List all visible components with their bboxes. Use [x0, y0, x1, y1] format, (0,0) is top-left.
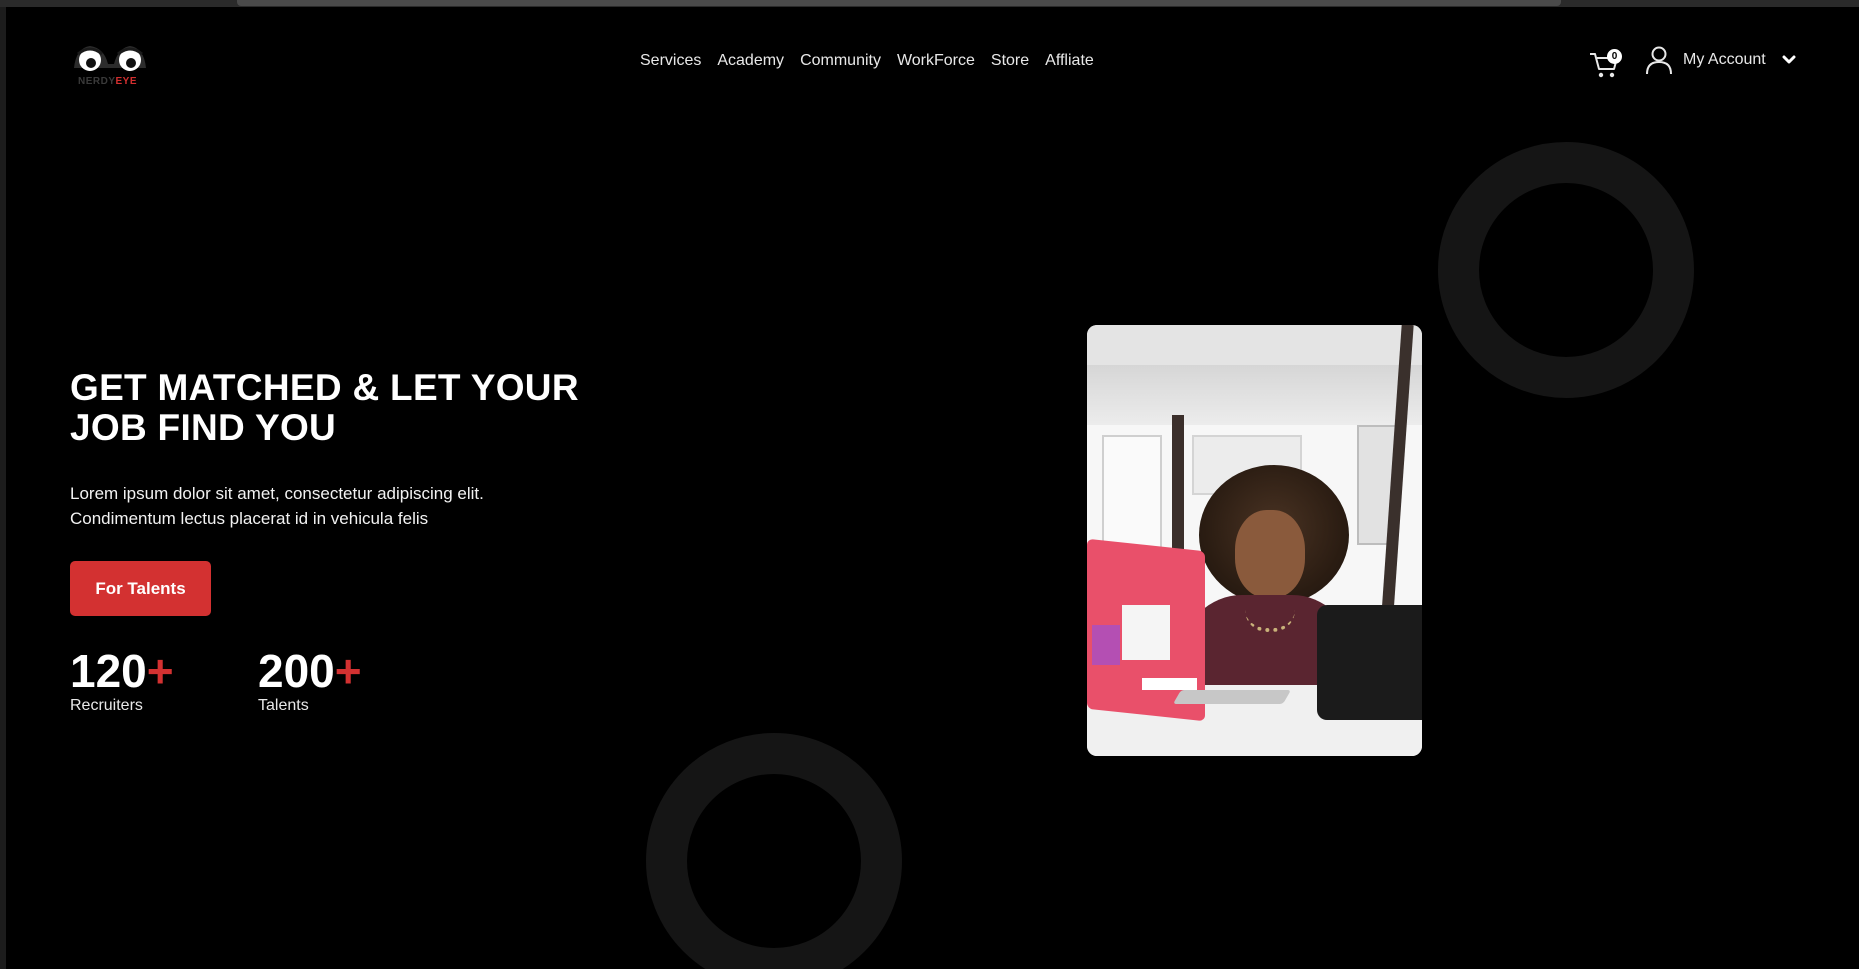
user-icon — [1646, 46, 1672, 75]
hero-description: Lorem ipsum dolor sit amet, consectetur … — [70, 481, 590, 531]
stat-talents-value: 200+ — [258, 645, 362, 697]
for-talents-button[interactable]: For Talents — [70, 561, 211, 616]
page: NERDYEYE Services Academy Community Work… — [0, 0, 1859, 969]
stat-talents: 200+ Talents — [258, 645, 362, 715]
stat-recruiters-value: 120+ — [70, 645, 174, 697]
stat-recruiters-number: 120 — [70, 645, 147, 697]
brand-word-nerdy: NERDY — [78, 76, 116, 87]
window-edge — [0, 0, 6, 969]
cart-count-badge: 0 — [1607, 49, 1622, 64]
hero-description-line-2: Condimentum lectus placerat id in vehicu… — [70, 509, 429, 528]
nav-services[interactable]: Services — [640, 52, 701, 70]
nav-store[interactable]: Store — [991, 52, 1029, 70]
hero-title-line-2: JOB FIND YOU — [70, 407, 337, 448]
nav-community[interactable]: Community — [800, 52, 881, 70]
stat-recruiters-plus: + — [146, 645, 174, 697]
chevron-down-icon — [1782, 55, 1796, 64]
my-account-menu[interactable]: My Account — [1645, 45, 1796, 75]
hero-title: GET MATCHED & LET YOUR JOB FIND YOU — [70, 368, 630, 448]
stat-talents-label: Talents — [258, 697, 309, 714]
brand-word-eye: EYE — [115, 76, 138, 87]
stat-talents-number: 200 — [258, 645, 335, 697]
brand-logo[interactable]: NERDYEYE — [70, 40, 150, 88]
my-account-label: My Account — [1683, 51, 1766, 68]
hero-photo — [1087, 325, 1422, 756]
nav-workforce[interactable]: WorkForce — [897, 52, 975, 70]
horizontal-scrollbar[interactable] — [237, 0, 1561, 6]
eyes-logo-icon — [74, 46, 146, 71]
nav-affliate[interactable]: Affliate — [1045, 52, 1094, 70]
brand-wordmark: NERDYEYE — [78, 76, 137, 87]
main-nav: Services Academy Community WorkForce Sto… — [640, 52, 1094, 70]
decorative-ring-top — [1438, 142, 1694, 398]
stat-recruiters-label: Recruiters — [70, 697, 143, 714]
nav-academy[interactable]: Academy — [717, 52, 784, 70]
hero-title-line-1: GET MATCHED & LET YOUR — [70, 367, 579, 408]
decorative-ring-bottom — [646, 733, 902, 969]
stat-talents-plus: + — [334, 645, 362, 697]
stat-recruiters: 120+ Recruiters — [70, 645, 174, 715]
hero-description-line-1: Lorem ipsum dolor sit amet, consectetur … — [70, 484, 484, 503]
